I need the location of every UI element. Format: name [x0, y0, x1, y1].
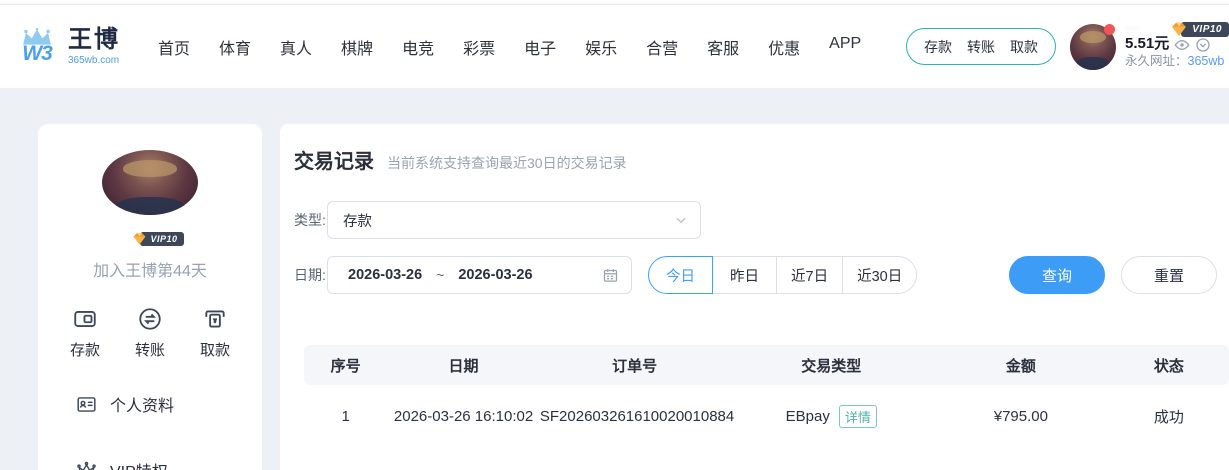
range-30days-button[interactable]: 近30日	[842, 256, 917, 294]
col-type: 交易类型	[730, 355, 934, 376]
gem-icon	[130, 229, 149, 248]
detail-button[interactable]: 详情	[839, 405, 877, 428]
vip-level-badge: VIP10	[1168, 18, 1229, 40]
gem-icon	[1168, 18, 1190, 40]
transactions-panel: 交易记录 当前系统支持查询最近30日的交易记录 类型: 存款 日期: 2026-…	[280, 124, 1229, 470]
quick-range-group: 今日 昨日 近7日 近30日	[648, 256, 917, 294]
table-header: 序号 日期 订单号 交易类型 金额 状态	[304, 345, 1229, 385]
row-amount: ¥795.00	[933, 408, 1109, 425]
transfer-link[interactable]: 转账	[967, 37, 995, 57]
quick-action-label: 取款	[200, 339, 230, 360]
main-nav: 首页 体育 真人 棋牌 电竞 彩票 电子 娱乐 合营 客服 优惠 APP	[158, 35, 861, 59]
row-order-no: SF202603261610020010884	[540, 408, 730, 425]
range-7days-button[interactable]: 近7日	[776, 256, 843, 294]
row-type: EBpay 详情	[730, 405, 934, 428]
type-label: 类型:	[294, 210, 327, 230]
withdraw-icon	[202, 306, 228, 332]
balance-amount: 5.51元	[1125, 35, 1169, 54]
chevron-down-icon	[674, 213, 688, 227]
crown-w3-icon: W3	[14, 28, 60, 64]
date-label: 日期:	[294, 265, 327, 285]
nav-item-lottery[interactable]: 彩票	[463, 35, 495, 59]
calendar-icon[interactable]	[602, 267, 619, 284]
sidebar-transfer[interactable]: 转账	[135, 306, 165, 360]
quick-action-label: 转账	[135, 339, 165, 360]
transfer-icon	[137, 306, 163, 332]
nav-item-entertainment[interactable]: 娱乐	[585, 35, 617, 59]
user-avatar[interactable]	[1070, 24, 1116, 70]
page-subtitle: 当前系统支持查询最近30日的交易记录	[387, 153, 627, 173]
sidebar-item-profile[interactable]: 个人资料	[38, 392, 262, 416]
date-separator: ~	[436, 267, 444, 283]
reset-button[interactable]: 重置	[1121, 256, 1217, 294]
permanent-url: 永久网址：365wb	[1125, 54, 1229, 70]
type-select-value: 存款	[343, 210, 674, 231]
payment-type: EBpay	[786, 408, 830, 425]
logo-text: W3	[22, 43, 52, 64]
permanent-url-value: 365wb	[1188, 54, 1225, 68]
nav-item-slots[interactable]: 电子	[524, 35, 556, 59]
profile-vip-badge: VIP10	[130, 229, 183, 248]
sidebar-menu: 个人资料 VIP特权	[38, 392, 262, 470]
nav-item-home[interactable]: 首页	[158, 35, 190, 59]
row-status: 成功	[1109, 406, 1229, 427]
row-date: 2026-03-26 16:10:02	[387, 408, 540, 425]
notification-dot	[1104, 24, 1115, 35]
date-filter-row: 日期: 2026-03-26 ~ 2026-03-26 今日 昨日 近7日 近3…	[294, 256, 1229, 294]
quick-actions: 存款 转账 取款	[38, 306, 262, 360]
deposit-wallet-icon	[72, 306, 98, 332]
page-body: VIP10 加入王博第44天 存款 转账 取款	[0, 88, 1229, 470]
range-today-button[interactable]: 今日	[648, 256, 713, 294]
id-card-icon	[76, 394, 97, 415]
page: W3 王博 365wb.com 首页 体育 真人 棋牌 电竞 彩票 电子 娱乐 …	[0, 0, 1229, 470]
nav-item-promo[interactable]: 优惠	[768, 35, 800, 59]
row-index: 1	[304, 408, 387, 425]
page-title: 交易记录	[294, 145, 374, 174]
date-start: 2026-03-26	[348, 267, 422, 283]
withdraw-link[interactable]: 取款	[1010, 37, 1038, 57]
menu-item-label: 个人资料	[110, 392, 174, 416]
col-status: 状态	[1109, 355, 1229, 376]
nav-item-affiliate[interactable]: 合营	[646, 35, 678, 59]
type-select[interactable]: 存款	[327, 201, 701, 239]
brand-logo[interactable]: W3 王博 365wb.com	[14, 27, 120, 65]
wallet-links: 存款 转账 取款	[906, 28, 1056, 65]
range-yesterday-button[interactable]: 昨日	[712, 256, 777, 294]
nav-item-live[interactable]: 真人	[280, 35, 312, 59]
profile-avatar[interactable]	[102, 150, 198, 215]
transactions-table: 序号 日期 订单号 交易类型 金额 状态 1 2026-03-26 16:10:…	[304, 345, 1229, 447]
nav-item-app[interactable]: APP	[829, 35, 861, 59]
sidebar-item-vip[interactable]: VIP特权	[38, 458, 262, 470]
brand-name: 王博	[68, 27, 120, 53]
nav-item-sports[interactable]: 体育	[219, 35, 251, 59]
col-index: 序号	[304, 355, 387, 376]
nav-item-esports[interactable]: 电竞	[402, 35, 434, 59]
crown-icon	[76, 460, 97, 470]
sidebar-deposit[interactable]: 存款	[70, 306, 100, 360]
col-order-no: 订单号	[540, 355, 730, 376]
brand-domain: 365wb.com	[68, 55, 120, 66]
table-row: 1 2026-03-26 16:10:02 SF2026032616100200…	[304, 385, 1229, 447]
date-range-input[interactable]: 2026-03-26 ~ 2026-03-26	[327, 256, 632, 294]
nav-item-support[interactable]: 客服	[707, 35, 739, 59]
profile-sidebar: VIP10 加入王博第44天 存款 转账 取款	[38, 124, 262, 470]
menu-item-label: VIP特权	[110, 458, 168, 470]
search-button[interactable]: 查询	[1009, 256, 1105, 294]
col-date: 日期	[387, 355, 540, 376]
type-filter-row: 类型: 存款	[294, 201, 1229, 239]
nav-item-chess[interactable]: 棋牌	[341, 35, 373, 59]
join-days-text: 加入王博第44天	[93, 257, 207, 281]
quick-action-label: 存款	[70, 339, 100, 360]
sidebar-withdraw[interactable]: 取款	[200, 306, 230, 360]
deposit-link[interactable]: 存款	[924, 37, 952, 57]
header: W3 王博 365wb.com 首页 体育 真人 棋牌 电竞 彩票 电子 娱乐 …	[0, 5, 1229, 88]
date-end: 2026-03-26	[458, 267, 532, 283]
col-amount: 金额	[933, 355, 1109, 376]
